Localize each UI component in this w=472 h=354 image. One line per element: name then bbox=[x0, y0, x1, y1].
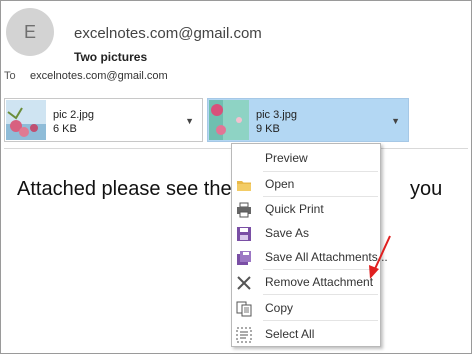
menu-item-select-all[interactable]: Select All bbox=[232, 322, 380, 346]
menu-item-preview[interactable]: Preview bbox=[232, 146, 380, 170]
save-all-icon bbox=[236, 250, 252, 266]
save-as-icon bbox=[236, 226, 252, 242]
menu-item-quick-print[interactable]: Quick Print bbox=[232, 197, 380, 221]
sender-address: excelnotes.com@gmail.com bbox=[74, 25, 262, 42]
attachment-item[interactable]: pic 2.jpg 6 KB ▼ bbox=[4, 98, 203, 142]
attachment-size: 6 KB bbox=[53, 123, 77, 135]
email-subject: Two pictures bbox=[74, 50, 148, 64]
menu-item-label: Remove Attachment bbox=[265, 275, 374, 289]
message-body-text: Attached please see the bbox=[17, 178, 232, 200]
attachment-name: pic 3.jpg bbox=[256, 109, 297, 121]
attachment-size: 9 KB bbox=[256, 123, 280, 135]
menu-separator bbox=[263, 320, 378, 321]
close-icon bbox=[236, 275, 252, 291]
menu-item-copy[interactable]: Copy bbox=[232, 296, 380, 320]
image-thumbnail bbox=[6, 100, 46, 140]
menu-item-label: Preview bbox=[265, 151, 308, 165]
attachment-bar: pic 2.jpg 6 KB ▼ pic 3.jpg 9 KB ▼ bbox=[4, 98, 472, 142]
image-thumbnail bbox=[209, 100, 249, 140]
menu-separator bbox=[263, 294, 378, 295]
chevron-down-icon[interactable]: ▼ bbox=[391, 116, 400, 126]
select-all-icon bbox=[236, 327, 252, 343]
menu-item-label: Save All Attachments... bbox=[265, 250, 388, 264]
menu-item-label: Select All bbox=[265, 327, 315, 341]
menu-item-remove-attachment[interactable]: Remove Attachment bbox=[232, 270, 380, 294]
to-label: To bbox=[4, 70, 16, 82]
printer-icon bbox=[236, 202, 252, 218]
menu-item-open[interactable]: Open bbox=[232, 172, 380, 196]
message-body-text-tail: you bbox=[410, 178, 443, 200]
menu-item-save-as[interactable]: Save As bbox=[232, 221, 380, 245]
menu-item-label: Open bbox=[265, 177, 295, 191]
menu-item-label: Copy bbox=[265, 301, 294, 315]
menu-item-label: Quick Print bbox=[265, 202, 324, 216]
attachment-name: pic 2.jpg bbox=[53, 109, 94, 121]
attachment-context-menu: Preview Open Quick Print Save As Save Al… bbox=[231, 143, 388, 347]
sender-avatar: E bbox=[6, 8, 54, 56]
menu-item-save-all[interactable]: Save All Attachments... bbox=[232, 245, 388, 269]
menu-item-label: Save As bbox=[265, 226, 310, 240]
copy-icon bbox=[236, 301, 252, 317]
chevron-down-icon[interactable]: ▼ bbox=[185, 116, 194, 126]
folder-icon bbox=[236, 177, 252, 193]
avatar-letter: E bbox=[23, 21, 36, 42]
to-recipient[interactable]: excelnotes.com@gmail.com bbox=[30, 70, 168, 82]
attachment-item-selected[interactable]: pic 3.jpg 9 KB ▼ bbox=[207, 98, 409, 142]
